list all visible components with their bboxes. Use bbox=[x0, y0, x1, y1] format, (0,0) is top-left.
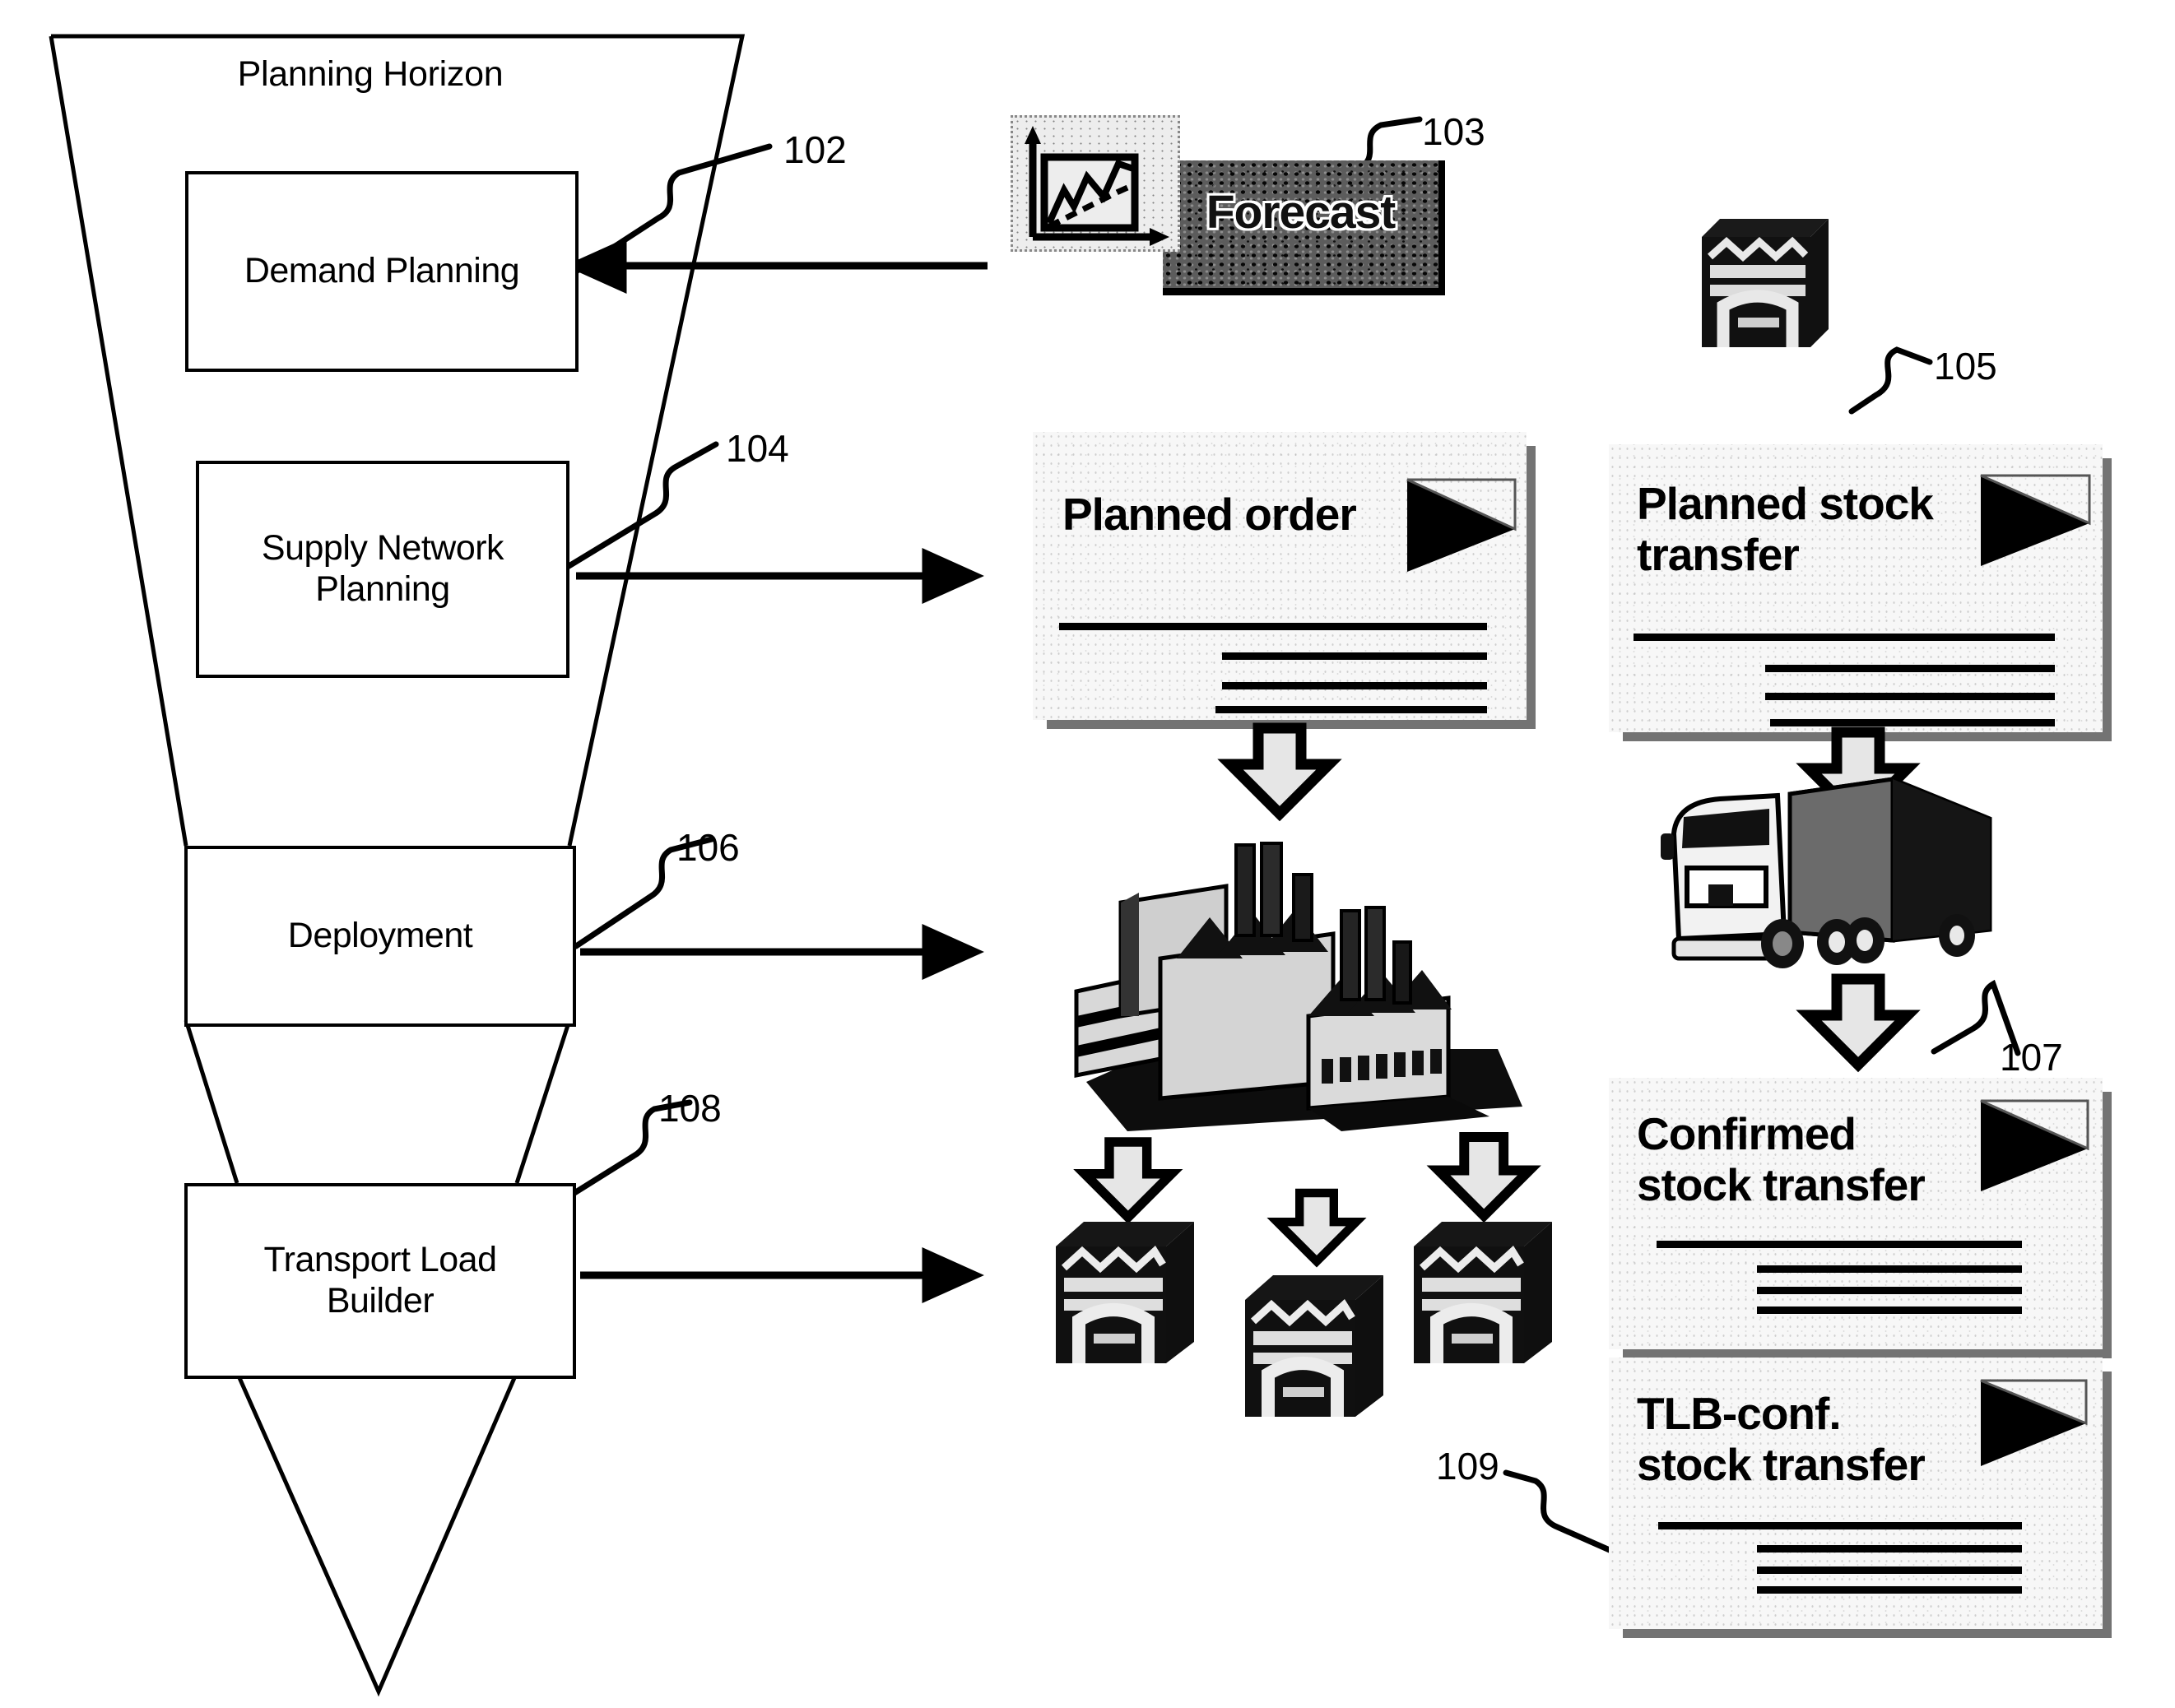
document-rule bbox=[1222, 652, 1487, 660]
stage-label-line1: Supply Network bbox=[261, 528, 504, 569]
document-rule bbox=[1757, 1566, 2022, 1574]
document-title-line1: Confirmed bbox=[1637, 1108, 1857, 1159]
document-title-line1: TLB-conf. bbox=[1637, 1388, 1842, 1439]
document-title-planned-stock-transfer: Planned stock transfer bbox=[1637, 478, 1934, 580]
leader-102 bbox=[573, 143, 773, 275]
stage-label-line2: Planning bbox=[315, 569, 450, 609]
forecast-label: Forecast bbox=[1206, 186, 1397, 239]
forecast-artifact[interactable]: Forecast bbox=[1011, 115, 1445, 295]
down-block-arrow-icon bbox=[1230, 728, 1329, 814]
document-title-line1: Planned stock bbox=[1637, 478, 1934, 529]
document-rule bbox=[1757, 1287, 2022, 1294]
warehouse-icon bbox=[1399, 1205, 1568, 1370]
planning-horizon-label: Planning Horizon bbox=[237, 54, 504, 94]
patent-figure: Planning Horizon Demand Planning Supply … bbox=[0, 0, 2175, 1708]
stage-label-line1: Transport Load bbox=[263, 1240, 497, 1280]
document-rule bbox=[1657, 1241, 2022, 1248]
truck-icon bbox=[1646, 769, 2000, 1008]
stage-box-demand-planning[interactable]: Demand Planning bbox=[185, 171, 579, 372]
document-rule bbox=[1765, 693, 2055, 700]
document-title-confirmed-stock-transfer: Confirmed stock transfer bbox=[1637, 1108, 1926, 1210]
leader-104 bbox=[563, 441, 719, 571]
stage-label-line2: Builder bbox=[326, 1281, 435, 1320]
document-tlb-confirmed-stock-transfer[interactable]: TLB-conf. stock transfer bbox=[1609, 1358, 2103, 1629]
document-rule bbox=[1757, 1545, 2022, 1553]
document-rule bbox=[1059, 623, 1487, 630]
arrow-snp-to-planned-order bbox=[576, 548, 984, 604]
document-title-tlb-confirmed-stock-transfer: TLB-conf. stock transfer bbox=[1637, 1388, 1926, 1490]
arrow-tlb-to-warehouses bbox=[580, 1247, 984, 1303]
stage-label-deployment: Deployment bbox=[287, 916, 473, 956]
document-rule bbox=[1757, 1265, 2022, 1273]
warehouse-icon bbox=[1230, 1259, 1399, 1423]
ref-number-105: 105 bbox=[1934, 345, 1997, 388]
warehouse-icon bbox=[1687, 197, 1843, 354]
ref-number-108: 108 bbox=[658, 1087, 722, 1130]
down-block-arrow-icon bbox=[1277, 1193, 1356, 1261]
ref-number-107: 107 bbox=[2000, 1036, 2063, 1079]
document-rule bbox=[1634, 634, 2055, 641]
document-title-planned-order: Planned order bbox=[1062, 489, 1357, 540]
stage-box-deployment[interactable]: Deployment bbox=[184, 846, 576, 1027]
document-rule bbox=[1770, 719, 2055, 726]
document-confirmed-stock-transfer[interactable]: Confirmed stock transfer bbox=[1609, 1078, 2103, 1349]
arrow-forecast-to-demand-planning bbox=[565, 238, 988, 294]
ref-number-102: 102 bbox=[783, 128, 847, 171]
document-title-line2: stock transfer bbox=[1637, 1158, 1926, 1210]
warehouse-icon bbox=[1041, 1205, 1210, 1370]
document-planned-stock-transfer[interactable]: Planned stock transfer bbox=[1609, 444, 2103, 732]
ref-number-104: 104 bbox=[726, 427, 789, 470]
ref-number-106: 106 bbox=[676, 826, 740, 869]
document-rule bbox=[1215, 706, 1487, 713]
line-chart-icon bbox=[1011, 115, 1180, 252]
arrow-deployment-to-factory bbox=[580, 924, 984, 980]
stage-box-supply-network-planning[interactable]: Supply Network Planning bbox=[196, 461, 569, 678]
factory-icon bbox=[1062, 810, 1522, 1139]
stage-label-demand-planning: Demand Planning bbox=[244, 251, 520, 291]
document-rule bbox=[1765, 665, 2055, 672]
document-rule bbox=[1222, 682, 1487, 689]
down-block-arrow-icon bbox=[1438, 1137, 1529, 1216]
document-title-line2: stock transfer bbox=[1637, 1438, 1926, 1490]
document-rule bbox=[1757, 1586, 2022, 1594]
document-planned-order[interactable]: Planned order bbox=[1033, 432, 1527, 720]
document-rule bbox=[1757, 1307, 2022, 1314]
document-title-line2: transfer bbox=[1637, 528, 1800, 580]
ref-number-103: 103 bbox=[1422, 110, 1485, 153]
leader-105 bbox=[1848, 346, 1933, 415]
stage-box-transport-load-builder[interactable]: Transport Load Builder bbox=[184, 1183, 576, 1379]
leader-109 bbox=[1503, 1469, 1620, 1557]
ref-number-109: 109 bbox=[1436, 1445, 1499, 1488]
stage-label-transport-load-builder: Transport Load Builder bbox=[263, 1240, 497, 1322]
dog-ear-icon bbox=[1406, 478, 1517, 572]
document-rule bbox=[1658, 1522, 2022, 1529]
stage-label-supply-network-planning: Supply Network Planning bbox=[262, 528, 504, 610]
